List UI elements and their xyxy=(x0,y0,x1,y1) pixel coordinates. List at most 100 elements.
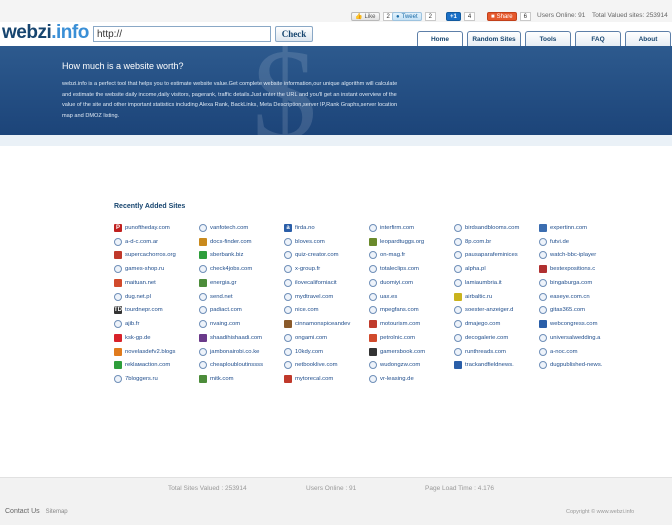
recent-site-link[interactable]: decogalerie.com xyxy=(454,331,539,345)
plusone-button[interactable]: +1 xyxy=(446,12,461,21)
recent-site-link[interactable]: uax.es xyxy=(369,290,454,304)
recent-site-link[interactable]: universalwedding.a xyxy=(539,331,624,345)
recent-site-link[interactable]: docs-finder.com xyxy=(199,235,284,249)
recent-site-link[interactable]: energia.gr xyxy=(199,276,284,290)
recent-site-link[interactable]: 8p.com.br xyxy=(454,235,539,249)
like-button[interactable]: 👍 Like xyxy=(351,12,380,21)
recent-site-link[interactable]: nice.com xyxy=(284,304,369,318)
recent-site-link[interactable]: lamiaumbria.it xyxy=(454,276,539,290)
contact-us-link[interactable]: Contact Us xyxy=(5,508,40,515)
recent-site-link[interactable]: a firda.no xyxy=(284,221,369,235)
recent-site-link[interactable]: motourism.com xyxy=(369,317,454,331)
recent-site-link[interactable]: 10kdy.com xyxy=(284,345,369,359)
recent-site-link[interactable]: games-shop.ru xyxy=(114,262,199,276)
recent-site-link[interactable]: totaleclips.com xyxy=(369,262,454,276)
recent-site-link[interactable]: soester-anzeiger.d xyxy=(454,304,539,318)
recent-site-link[interactable]: futvi.de xyxy=(539,235,624,249)
recent-site-link[interactable]: leopardtuggs.org xyxy=(369,235,454,249)
recent-site-link[interactable]: vr-leasing.de xyxy=(369,372,454,386)
recent-site-link[interactable]: novelasdefv2.blogs xyxy=(114,345,199,359)
recent-site-link[interactable]: a-d-c.com.ar xyxy=(114,235,199,249)
recent-site-link[interactable]: mytorecal.com xyxy=(284,372,369,386)
recent-site-link[interactable]: expertinn.com xyxy=(539,221,624,235)
recent-site-link[interactable]: pausaparafeminices xyxy=(454,249,539,263)
recent-site-link[interactable]: reklaмaction.com xyxy=(114,359,199,373)
tweet-count: 2 xyxy=(424,12,436,21)
recent-site-link[interactable]: gitas365.com xyxy=(539,304,624,318)
plusone-widget[interactable]: +1 4 xyxy=(446,11,476,22)
recent-site-link[interactable]: ongami.com xyxy=(284,331,369,345)
recent-site-link[interactable]: send.net xyxy=(199,290,284,304)
recent-site-link[interactable]: dmajego.com xyxy=(454,317,539,331)
recent-site-link[interactable]: petrolnic.com xyxy=(369,331,454,345)
share-widget[interactable]: ■ Share 6 xyxy=(487,11,531,22)
recent-site-link[interactable]: Ppunoftheday.com xyxy=(114,221,199,235)
recent-site-link[interactable]: bestexpositions.c xyxy=(539,262,624,276)
recent-site-link[interactable]: interfirm.com xyxy=(369,221,454,235)
recent-site-link[interactable]: birdsandblooms.com xyxy=(454,221,539,235)
recent-site-link[interactable]: mpegfans.com xyxy=(369,304,454,318)
recent-site-link[interactable]: bingaburga.com xyxy=(539,276,624,290)
tab-tools[interactable]: Tools xyxy=(525,31,571,46)
recent-site-link[interactable]: ajib.fr xyxy=(114,317,199,331)
recent-site-link[interactable]: mitk.com xyxy=(199,372,284,386)
recent-site-link[interactable]: duomiyi.com xyxy=(369,276,454,290)
recent-site-link[interactable]: dug.net.pl xyxy=(114,290,199,304)
recent-site-link[interactable]: webcongress.com xyxy=(539,317,624,331)
recent-site-name: wudongzw.com xyxy=(380,362,421,369)
footer-load-time: Page Load Time : 4.176 xyxy=(425,485,495,492)
site-logo[interactable]: webzi.info xyxy=(2,22,89,44)
like-widget[interactable]: 👍 Like 2 xyxy=(351,11,394,22)
recent-site-link[interactable]: trackandfieldnews. xyxy=(454,359,539,373)
recent-site-link[interactable]: 7bloggers.ru xyxy=(114,372,199,386)
recent-site-link[interactable]: cheaploubloutinssss xyxy=(199,359,284,373)
recent-site-link[interactable]: supercachorros.org xyxy=(114,249,199,263)
recent-site-link[interactable]: bloves.com xyxy=(284,235,369,249)
tab-home[interactable]: Home xyxy=(417,31,463,46)
site-favicon-icon xyxy=(539,361,547,370)
share-button[interactable]: ■ Share xyxy=(487,12,517,21)
recent-site-link[interactable]: sberbank.biz xyxy=(199,249,284,263)
recent-site-name: firda.no xyxy=(295,224,315,231)
recent-site-link[interactable]: on-mag.fr xyxy=(369,249,454,263)
site-favicon-icon xyxy=(114,320,122,329)
recent-site-link[interactable]: easeye.com.cn xyxy=(539,290,624,304)
tab-faq[interactable]: FAQ xyxy=(575,31,621,46)
recent-site-link[interactable]: x-group.fr xyxy=(284,262,369,276)
recent-site-link[interactable]: airbaltic.ru xyxy=(454,290,539,304)
recent-site-link[interactable]: maituan.net xyxy=(114,276,199,290)
recent-site-link[interactable]: quiz-creator.com xyxy=(284,249,369,263)
recent-site-link[interactable]: TD tourdnepr.com xyxy=(114,304,199,318)
recent-site-link[interactable]: nvaing.com xyxy=(199,317,284,331)
recent-site-link[interactable]: wudongzw.com xyxy=(369,359,454,373)
recent-site-link[interactable]: alpha.pl xyxy=(454,262,539,276)
recent-site-link[interactable]: dugpublished-news. xyxy=(539,359,624,373)
recent-site-name: check4jobs.com xyxy=(210,266,253,273)
check-button[interactable]: Check xyxy=(275,26,313,42)
recent-site-link[interactable]: ksk-gp.de xyxy=(114,331,199,345)
recent-site-name: expertinn.com xyxy=(550,224,587,231)
recent-site-name: supercachorros.org xyxy=(125,252,176,259)
recent-site-link[interactable]: padiact.com xyxy=(199,304,284,318)
tab-about[interactable]: About xyxy=(625,31,671,46)
recent-site-link[interactable]: netbooklive.com xyxy=(284,359,369,373)
site-favicon-icon xyxy=(454,306,462,315)
tab-random-sites[interactable]: Random Sites xyxy=(467,31,521,46)
tweet-button[interactable]: ● Tweet xyxy=(392,12,422,21)
recent-site-link[interactable]: check4jobs.com xyxy=(199,262,284,276)
recent-site-link[interactable]: cinnamonspiceandev xyxy=(284,317,369,331)
site-favicon-icon: TD xyxy=(114,306,122,315)
recent-site-link[interactable]: runthreads.com xyxy=(454,345,539,359)
recent-site-link[interactable]: watch-bbc-iplayer xyxy=(539,249,624,263)
recent-site-link[interactable]: jambonairobi.co.ke xyxy=(199,345,284,359)
url-input[interactable] xyxy=(93,26,271,42)
tweet-widget[interactable]: ● Tweet 2 xyxy=(392,11,436,22)
recent-site-link[interactable]: a-noc.com xyxy=(539,345,624,359)
recent-site-link[interactable]: ilovecaliforniacit xyxy=(284,276,369,290)
recent-site-link[interactable]: vanfotech.com xyxy=(199,221,284,235)
recent-site-link[interactable]: mydtravel.com xyxy=(284,290,369,304)
recent-site-link[interactable]: gamersbook.com xyxy=(369,345,454,359)
recent-site-name: dug.net.pl xyxy=(125,293,151,300)
sitemap-link[interactable]: Sitemap xyxy=(46,509,68,515)
recent-site-link[interactable]: shaadihishaadi.com xyxy=(199,331,284,345)
